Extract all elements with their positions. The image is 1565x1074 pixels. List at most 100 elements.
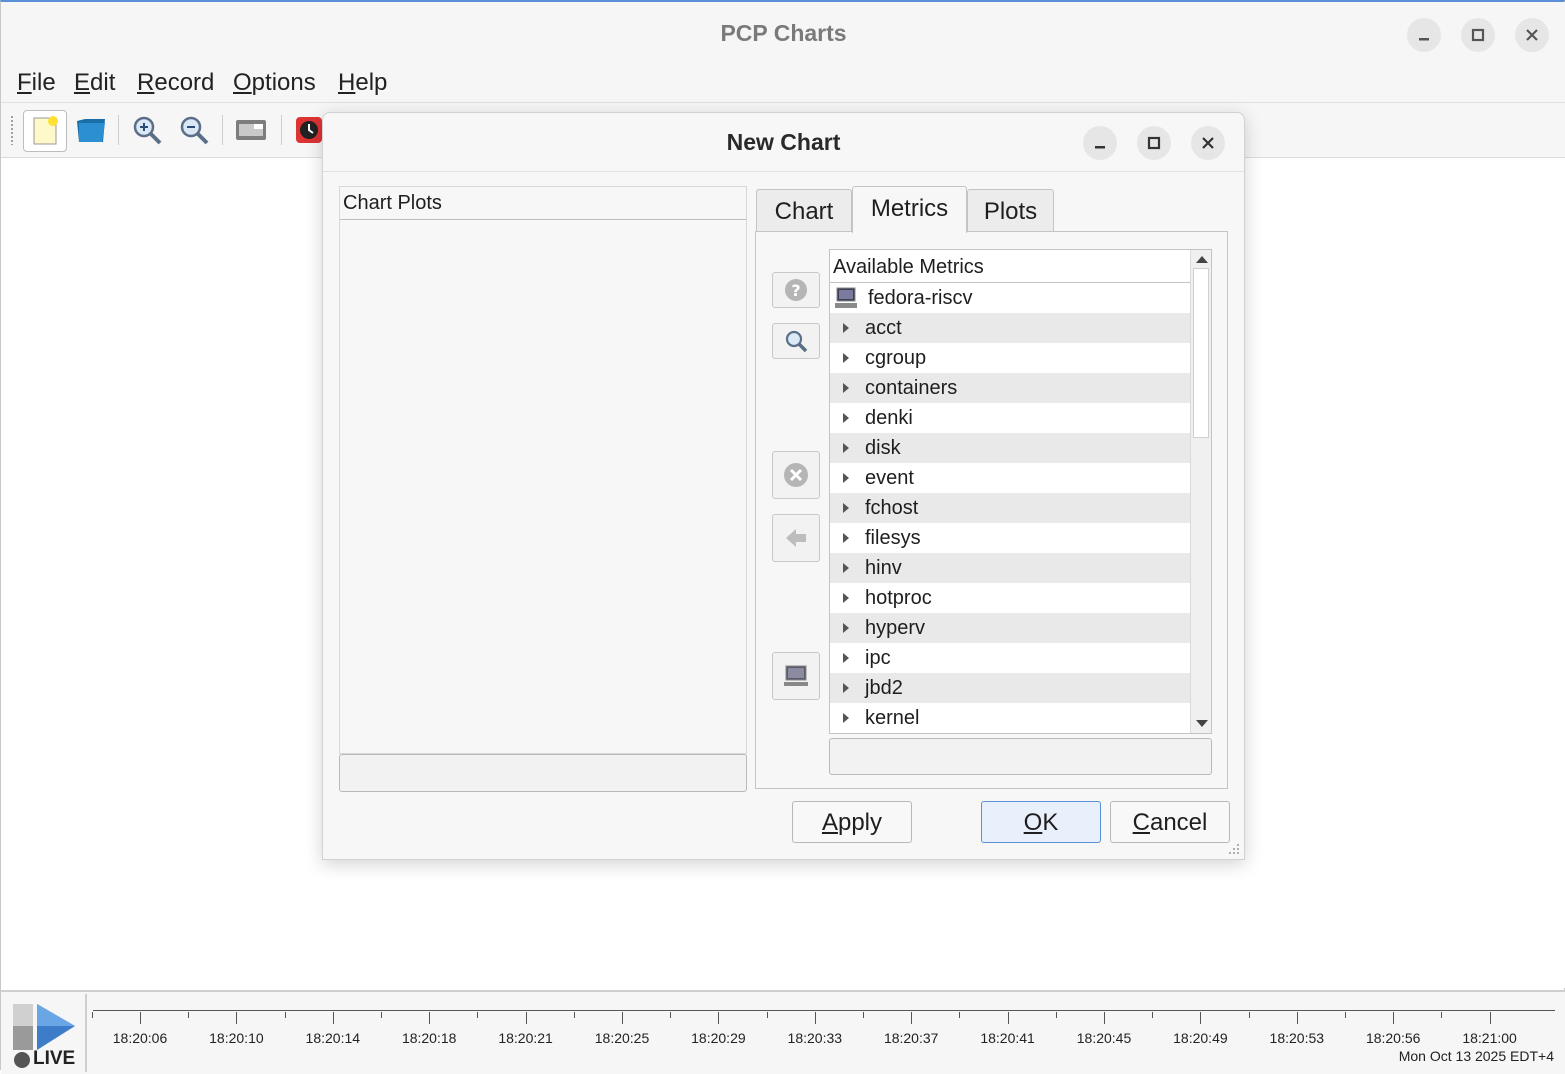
- svg-text:?: ?: [791, 281, 800, 300]
- ok-button[interactable]: OK: [981, 801, 1101, 843]
- timeline-minor-tick: [573, 1012, 575, 1018]
- cancel-button[interactable]: Cancel: [1110, 801, 1230, 843]
- zoom-out-icon: [180, 116, 209, 145]
- toolbar-separator: [118, 115, 119, 145]
- maximize-icon: [1471, 28, 1485, 42]
- export-image-button[interactable]: [231, 110, 271, 150]
- timeline-minor-tick: [1152, 1012, 1154, 1018]
- dialog-maximize-button[interactable]: [1137, 126, 1171, 160]
- metrics-scrollbar[interactable]: [1190, 250, 1211, 733]
- dialog-close-button[interactable]: [1191, 126, 1225, 160]
- timeline-tick-label: 18:20:53: [1269, 1030, 1325, 1046]
- metrics-tab-page: ? Available Metrics fedora-riscv acct cg…: [755, 231, 1228, 789]
- timeline-tick-label: 18:20:45: [1076, 1030, 1132, 1046]
- close-button[interactable]: [1515, 18, 1549, 52]
- tree-metric-row[interactable]: hyperv: [830, 613, 1190, 643]
- dialog-titlebar[interactable]: New Chart: [323, 113, 1244, 172]
- timeline-tick: [236, 1012, 238, 1024]
- tree-metric-row[interactable]: fchost: [830, 493, 1190, 523]
- tree-metric-row[interactable]: jbd2: [830, 673, 1190, 703]
- expand-arrow-icon[interactable]: [843, 323, 849, 333]
- new-chart-button[interactable]: [23, 110, 67, 152]
- tree-host-row[interactable]: fedora-riscv: [830, 283, 1190, 313]
- tab-chart[interactable]: Chart: [756, 189, 852, 231]
- expand-arrow-icon[interactable]: [843, 713, 849, 723]
- tree-metric-row[interactable]: containers: [830, 373, 1190, 403]
- menu-edit[interactable]: Edit: [74, 69, 115, 97]
- tree-metric-row[interactable]: acct: [830, 313, 1190, 343]
- expand-arrow-icon[interactable]: [843, 623, 849, 633]
- timeline-tick: [1104, 1012, 1105, 1024]
- tree-metric-row[interactable]: event: [830, 463, 1190, 493]
- apply-button[interactable]: Apply: [792, 801, 912, 843]
- toolbar-handle[interactable]: [10, 115, 14, 145]
- metric-label: fchost: [865, 497, 919, 519]
- add-host-button[interactable]: [772, 652, 820, 700]
- metric-label: cgroup: [865, 347, 927, 369]
- search-metric-button[interactable]: [772, 323, 820, 359]
- tree-metric-row[interactable]: filesys: [830, 523, 1190, 553]
- metric-search-field[interactable]: [829, 738, 1212, 775]
- tree-metric-row[interactable]: disk: [830, 433, 1190, 463]
- remove-plot-button[interactable]: [772, 451, 820, 499]
- metric-info-button[interactable]: ?: [772, 272, 820, 308]
- timeline-minor-tick: [766, 1012, 768, 1018]
- open-view-button[interactable]: [71, 110, 111, 150]
- timeline-tick-label: 18:20:29: [691, 1030, 746, 1046]
- timeline-tick: [1489, 1012, 1491, 1024]
- expand-arrow-icon[interactable]: [843, 593, 849, 603]
- zoom-in-button[interactable]: [127, 110, 167, 150]
- expand-arrow-icon[interactable]: [843, 473, 849, 483]
- expand-arrow-icon[interactable]: [843, 503, 849, 513]
- maximize-button[interactable]: [1461, 18, 1495, 52]
- scroll-thumb[interactable]: [1193, 268, 1209, 438]
- expand-arrow-icon[interactable]: [843, 683, 849, 693]
- chart-plots-header-label: Chart Plots: [343, 192, 442, 214]
- expand-arrow-icon[interactable]: [843, 413, 849, 423]
- main-window: PCP Charts File Edit Record Options Help: [0, 0, 1565, 1074]
- minimize-button[interactable]: [1407, 18, 1441, 52]
- expand-arrow-icon[interactable]: [843, 563, 849, 573]
- tree-metric-row[interactable]: hotproc: [830, 583, 1190, 613]
- dialog-minimize-button[interactable]: [1083, 126, 1117, 160]
- timeline-minor-tick: [188, 1012, 190, 1018]
- menu-options[interactable]: Options: [233, 69, 316, 97]
- timeline-tick-label: 18:20:37: [883, 1030, 939, 1046]
- zoom-out-button[interactable]: [174, 110, 214, 150]
- timeline-axis: [93, 1010, 1555, 1011]
- menu-help[interactable]: Help: [338, 69, 387, 97]
- expand-arrow-icon[interactable]: [843, 653, 849, 663]
- chart-plots-list[interactable]: Chart Plots: [339, 186, 747, 754]
- timeline-tick-label: 18:20:06: [112, 1030, 168, 1046]
- expand-arrow-icon[interactable]: [843, 443, 849, 453]
- scroll-up-arrow-icon[interactable]: [1196, 256, 1208, 263]
- tree-metric-row[interactable]: cgroup: [830, 343, 1190, 373]
- new-chart-dialog: New Chart Chart Plots Chart Metrics Plot…: [322, 112, 1245, 860]
- timeline-tick: [814, 1012, 816, 1024]
- resize-grip-icon[interactable]: [1228, 843, 1240, 855]
- tab-plots[interactable]: Plots: [967, 189, 1054, 231]
- tree-metric-row[interactable]: hinv: [830, 553, 1190, 583]
- menu-record[interactable]: Record: [137, 69, 214, 97]
- add-plot-button[interactable]: [772, 514, 820, 562]
- scroll-down-arrow-icon[interactable]: [1196, 720, 1208, 727]
- expand-arrow-icon[interactable]: [843, 353, 849, 363]
- tree-metric-row[interactable]: denki: [830, 403, 1190, 433]
- live-button[interactable]: LIVE: [3, 994, 87, 1072]
- metric-info-icon: ?: [785, 279, 807, 301]
- menu-file[interactable]: File: [17, 69, 56, 97]
- expand-arrow-icon[interactable]: [843, 533, 849, 543]
- timeline-tick: [525, 1012, 527, 1024]
- available-metrics-header-label: Available Metrics: [833, 256, 984, 278]
- tree-metric-row[interactable]: kernel: [830, 703, 1190, 733]
- metric-label: containers: [865, 377, 958, 399]
- window-titlebar[interactable]: PCP Charts: [1, 2, 1565, 65]
- expand-arrow-icon[interactable]: [843, 383, 849, 393]
- available-metrics-tree[interactable]: Available Metrics fedora-riscv acct cgrou…: [829, 249, 1212, 734]
- chart-plots-field[interactable]: [339, 754, 747, 792]
- metric-label: ipc: [865, 647, 891, 669]
- zoom-in-icon: [133, 116, 162, 145]
- tree-metric-row[interactable]: ipc: [830, 643, 1190, 673]
- tab-metrics[interactable]: Metrics: [852, 186, 967, 233]
- timeline-bar: LIVE 18:20:06 18:20:10 18:20:14 18:20:18 18:…: [1, 990, 1565, 1074]
